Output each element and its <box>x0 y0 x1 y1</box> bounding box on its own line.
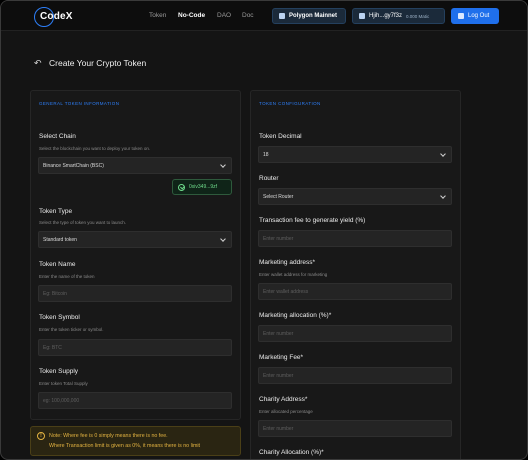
token-supply-hint: Enter token Total Supply <box>39 381 88 386</box>
charity-address-input[interactable]: Enter number <box>258 420 452 437</box>
codex-logo[interactable]: CodeX <box>34 7 74 27</box>
nav-no-code[interactable]: No-Code <box>178 12 205 19</box>
token-name-input[interactable]: Eg: Bitcoin <box>38 285 232 302</box>
charity-address-label: Charity Address* <box>259 396 308 403</box>
connected-address: 0xiv349...9zf <box>189 184 218 190</box>
token-symbol-input[interactable]: Eg: BTC <box>38 339 232 356</box>
router-select[interactable]: Select Router <box>258 188 452 205</box>
token-name-label: Token Name <box>39 261 76 268</box>
wallet-icon <box>359 13 365 19</box>
nav-token[interactable]: Token <box>149 12 166 19</box>
chevron-down-icon <box>440 193 446 199</box>
check-circle-icon <box>178 183 185 191</box>
token-decimal-select[interactable]: 18 <box>258 146 452 163</box>
charity-address-hint: Enter allocated percentage <box>259 409 313 414</box>
select-chain-hint: Select the blockchain you want to deploy… <box>39 146 151 151</box>
charity-allocation-label: Charity Allocation (%)* <box>259 449 324 456</box>
chain-select-value: Binance SmartChain (BSC) <box>43 162 104 169</box>
token-type-label: Token Type <box>39 208 73 215</box>
network-label: Polygon Mainnet <box>289 13 337 19</box>
page-title: Create Your Crypto Token <box>49 58 147 68</box>
marketing-fee-input[interactable]: Enter number <box>258 367 452 384</box>
back-arrow-icon[interactable]: ↶ <box>34 58 42 69</box>
token-symbol-hint: Enter the token ticker or symbol. <box>39 327 104 332</box>
token-type-value: Standard token <box>43 236 77 243</box>
wallet-button[interactable]: Hjih...gy7f3z 0.000 Matic <box>352 8 445 24</box>
nav-doc[interactable]: Doc <box>242 12 254 19</box>
chevron-down-icon <box>440 151 446 157</box>
section-title-config: TOKEN CONFIGURATION <box>259 101 321 106</box>
app-window: CodeX Token No-Code DAO Doc Polygon Main… <box>0 0 528 460</box>
connected-address-badge: 0xiv349...9zf <box>172 179 232 195</box>
note-line-2: Where Transaction limit is given as 0%, … <box>49 443 201 449</box>
marketing-address-input[interactable]: Enter wallet address <box>258 283 452 300</box>
logo-text: CodeX <box>40 11 73 22</box>
wallet-address: Hjih...gy7f3z <box>369 13 403 19</box>
select-chain-label: Select Chain <box>39 133 76 140</box>
logout-label: Log Out <box>468 13 490 19</box>
chevron-down-icon <box>220 236 226 242</box>
token-decimal-label: Token Decimal <box>259 133 302 140</box>
logout-icon <box>458 13 464 19</box>
marketing-fee-label: Marketing Fee* <box>259 354 304 361</box>
marketing-allocation-label: Marketing allocation (%)* <box>259 312 332 319</box>
marketing-address-label: Marketing address* <box>259 259 315 266</box>
token-decimal-value: 18 <box>263 151 269 158</box>
section-title-general: GENERAL TOKEN INFORMATION <box>39 101 120 106</box>
router-label: Router <box>259 175 279 182</box>
marketing-address-hint: Enter wallet address for marketing <box>259 272 328 277</box>
fee-note-banner: ! Note: Where fee is 0 simply means ther… <box>30 426 241 456</box>
router-value: Select Router <box>263 193 294 200</box>
logout-button[interactable]: Log Out <box>451 8 499 24</box>
marketing-allocation-input[interactable]: Enter number <box>258 325 452 342</box>
token-type-hint: Select the type of token you want to lau… <box>39 220 127 225</box>
wallet-balance: 0.000 Matic <box>406 13 430 19</box>
top-navbar: CodeX Token No-Code DAO Doc Polygon Main… <box>1 1 527 31</box>
token-supply-input[interactable]: eg: 100,000,000 <box>38 392 232 409</box>
token-name-hint: Enter the name of the token <box>39 274 95 279</box>
chevron-down-icon <box>220 162 226 168</box>
yield-fee-label: Transaction fee to generate yield (%) <box>259 217 366 224</box>
yield-fee-input[interactable]: Enter number <box>258 230 452 247</box>
token-symbol-label: Token Symbol <box>39 314 80 321</box>
network-button[interactable]: Polygon Mainnet <box>272 8 346 24</box>
warning-icon: ! <box>37 432 45 440</box>
token-supply-label: Token Supply <box>39 368 79 375</box>
token-type-select[interactable]: Standard token <box>38 231 232 248</box>
nav-dao[interactable]: DAO <box>217 12 231 19</box>
chain-select[interactable]: Binance SmartChain (BSC) <box>38 157 232 174</box>
note-line-1: Note: Where fee is 0 simply means there … <box>49 433 168 439</box>
polygon-icon <box>279 13 285 19</box>
